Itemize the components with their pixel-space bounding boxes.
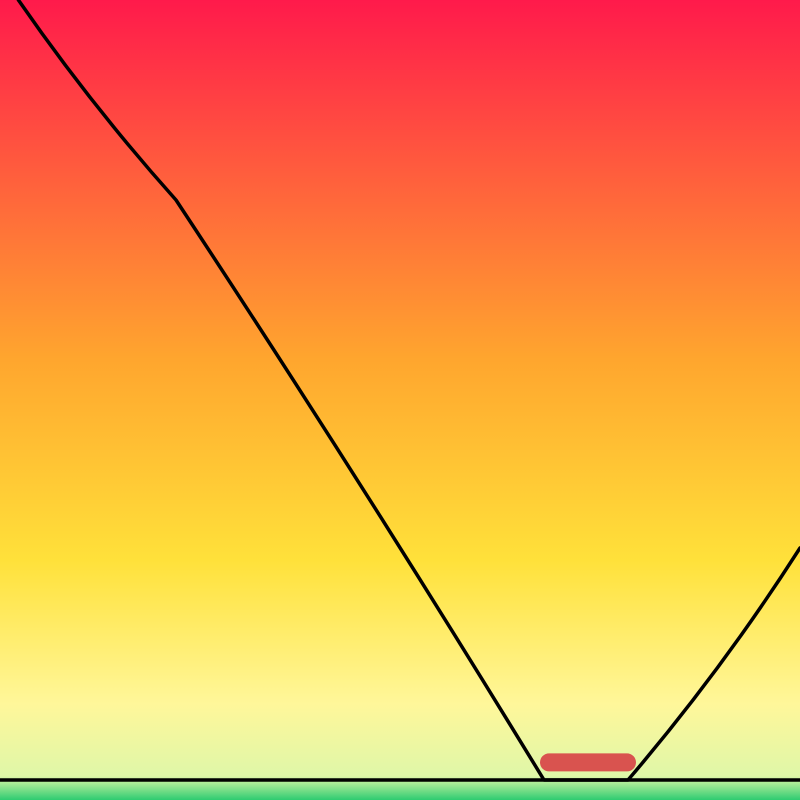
chart-container: TheBottleneck.com [0, 0, 800, 800]
optimal-range-marker [540, 753, 636, 771]
chart-background-gradient [0, 0, 800, 800]
bottleneck-chart [0, 0, 800, 800]
